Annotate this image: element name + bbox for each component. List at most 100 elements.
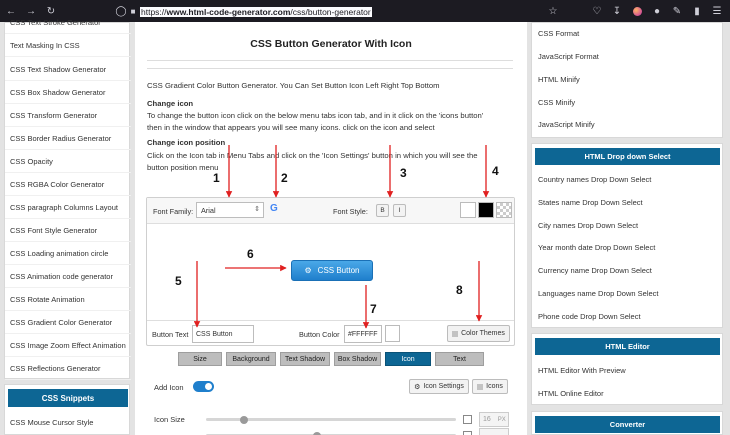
divider	[147, 68, 513, 69]
menu-icon[interactable]: ☰	[708, 0, 726, 22]
button-options-bar: Button Text CSS Button Button Color #FFF…	[147, 320, 514, 346]
url-bar[interactable]: https://www.html-code-generator.com/css/…	[140, 5, 372, 18]
font-toolbar: Font Family: Arial ⇕ G Font Style: B I	[147, 198, 514, 224]
sidebar-link[interactable]: JavaScript Format	[538, 52, 599, 61]
sidebar-link[interactable]: CSS Text Stroke Generator	[5, 11, 131, 34]
change-position-heading: Change icon position	[147, 138, 226, 147]
annotation-number-4: 4	[492, 164, 499, 178]
sidebar-link[interactable]: City names Drop Down Select	[538, 221, 638, 230]
sidebar-link[interactable]: Year month date Drop Down Select	[538, 243, 655, 252]
change-position-text: Click on the Icon tab in Menu Tabs and c…	[147, 151, 478, 160]
sidebar-link[interactable]: HTML Editor With Preview	[538, 366, 626, 375]
slider-thumb[interactable]	[239, 416, 248, 424]
sidebar-link[interactable]: CSS Transform Generator	[5, 104, 131, 127]
annotation-number-8: 8	[456, 283, 463, 297]
css-generators-list: CSS Text Stroke Generator Text Masking I…	[4, 18, 131, 380]
sidebar-link[interactable]: CSS paragraph Columns Layout	[5, 196, 131, 219]
change-position-text: button position menu	[147, 163, 219, 172]
text-color-swatch[interactable]	[460, 202, 476, 218]
sidebar-link[interactable]: JavaScript Minify	[538, 120, 595, 129]
font-family-select[interactable]: Arial ⇕	[196, 202, 264, 218]
icon-size-checkbox[interactable]	[463, 415, 472, 424]
bold-button[interactable]: B	[376, 204, 389, 217]
css-snippets-panel: CSS Snippets CSS Mouse Cursor Style	[4, 384, 130, 435]
bookmark-star-icon[interactable]: ☆	[544, 0, 562, 22]
extensions-icon[interactable]: ●	[648, 0, 666, 22]
add-icon-label: Add Icon	[154, 383, 184, 392]
sidebar-link[interactable]: CSS Font Style Generator	[5, 219, 131, 242]
background-color-swatch[interactable]	[478, 202, 494, 218]
sidebar-link[interactable]: Country names Drop Down Select	[538, 175, 651, 184]
sidebar-link[interactable]: CSS Box Shadow Generator	[5, 81, 131, 104]
css-snippets-heading: CSS Snippets	[8, 389, 128, 407]
tab-box-shadow[interactable]: Box Shadow	[334, 352, 381, 366]
change-icon-text: then in the window that appears you will…	[147, 123, 435, 132]
color-themes-button[interactable]: Color Themes	[447, 325, 510, 342]
tab-background[interactable]: Background	[226, 352, 276, 366]
sidebar-link[interactable]: States name Drop Down Select	[538, 198, 643, 207]
change-icon-heading: Change icon	[147, 99, 194, 108]
google-fonts-icon[interactable]: G	[270, 203, 278, 214]
sidebar-link[interactable]: Text Masking In CSS	[5, 34, 131, 57]
converter-panel: Converter	[531, 411, 723, 435]
icons-button[interactable]: Icons	[472, 379, 508, 394]
add-icon-toggle[interactable]	[193, 381, 214, 392]
chevron-down-icon: ⇕	[254, 206, 260, 213]
formatter-list: CSS Format JavaScript Format HTML Minify…	[531, 22, 723, 138]
pocket-icon[interactable]: ♡	[588, 0, 606, 22]
right-sidebar: CSS Format JavaScript Format HTML Minify…	[531, 22, 724, 435]
annotation-number-6: 6	[247, 247, 254, 261]
sidebar-link[interactable]: CSS Reflections Generator	[5, 357, 131, 380]
grid-icon	[477, 383, 484, 390]
sidebar-link[interactable]: CSS Animation code generator	[5, 265, 131, 288]
change-icon-text: To change the button icon click on the b…	[147, 111, 484, 120]
button-text-label: Button Text	[152, 330, 189, 339]
sidebar-link[interactable]: Phone code Drop Down Select	[538, 312, 641, 321]
annotation-number-2: 2	[281, 171, 288, 185]
sidebar-link[interactable]: Languages name Drop Down Select	[538, 289, 659, 298]
sidebar-link[interactable]: HTML Online Editor	[538, 389, 604, 398]
annotation-number-5: 5	[175, 274, 182, 288]
tab-text[interactable]: Text	[435, 352, 484, 366]
tab-icon[interactable]: Icon	[385, 352, 431, 366]
preview-button[interactable]: ⚙ CSS Button	[291, 260, 373, 281]
icon-size-input[interactable]: 16 PX	[479, 412, 509, 427]
font-style-label: Font Style:	[333, 207, 368, 216]
button-generator: Font Family: Arial ⇕ G Font Style: B I ⚙…	[146, 197, 515, 346]
gear-icon: ⚙	[304, 266, 312, 275]
icon-size-label: Icon Size	[154, 415, 185, 424]
sidebar-link[interactable]: Currency name Drop Down Select	[538, 266, 652, 275]
html-editor-heading: HTML Editor	[535, 338, 720, 355]
sidebar-link[interactable]: HTML Minify	[538, 75, 580, 84]
icon-settings-button[interactable]: ⚙ Icon Settings	[409, 379, 469, 394]
sidebar-link[interactable]: CSS Minify	[538, 98, 575, 107]
account-avatar-icon[interactable]	[628, 0, 646, 22]
transparent-color-swatch[interactable]	[496, 202, 512, 218]
tab-size[interactable]: Size	[178, 352, 222, 366]
intro-text: CSS Gradient Color Button Generator. You…	[147, 81, 440, 90]
main-content: CSS Button Generator With Icon CSS Gradi…	[135, 22, 527, 435]
icon-input-2[interactable]	[479, 428, 509, 435]
edit-icon[interactable]: ✎	[668, 0, 686, 22]
divider	[147, 60, 513, 61]
sidebar-link[interactable]: CSS Text Shadow Generator	[5, 58, 131, 81]
italic-button[interactable]: I	[393, 204, 406, 217]
sidebar-link[interactable]: CSS Rotate Animation	[5, 288, 131, 311]
button-color-input[interactable]: #FFFFFF	[344, 325, 382, 343]
gear-icon: ⚙	[414, 383, 421, 391]
sidebar-link[interactable]: CSS Mouse Cursor Style	[10, 418, 93, 427]
sidebar-link[interactable]: CSS Border Radius Generator	[5, 127, 131, 150]
sidebar-link[interactable]: CSS Loading animation circle	[5, 242, 131, 265]
button-text-input[interactable]: CSS Button	[192, 325, 254, 343]
sidebar-icon[interactable]: ▮	[688, 0, 706, 22]
sidebar-link[interactable]: CSS Image Zoom Effect Animation	[5, 334, 131, 357]
icon-checkbox-2[interactable]	[463, 431, 472, 435]
annotation-number-1: 1	[213, 171, 220, 185]
sidebar-link[interactable]: CSS Opacity	[5, 150, 131, 173]
tab-text-shadow[interactable]: Text Shadow	[280, 352, 330, 366]
download-icon[interactable]: ↧	[608, 0, 626, 22]
button-color-swatch[interactable]	[385, 325, 400, 342]
sidebar-link[interactable]: CSS RGBA Color Generator	[5, 173, 131, 196]
sidebar-link[interactable]: CSS Gradient Color Generator	[5, 311, 131, 334]
sidebar-link[interactable]: CSS Format	[538, 29, 579, 38]
